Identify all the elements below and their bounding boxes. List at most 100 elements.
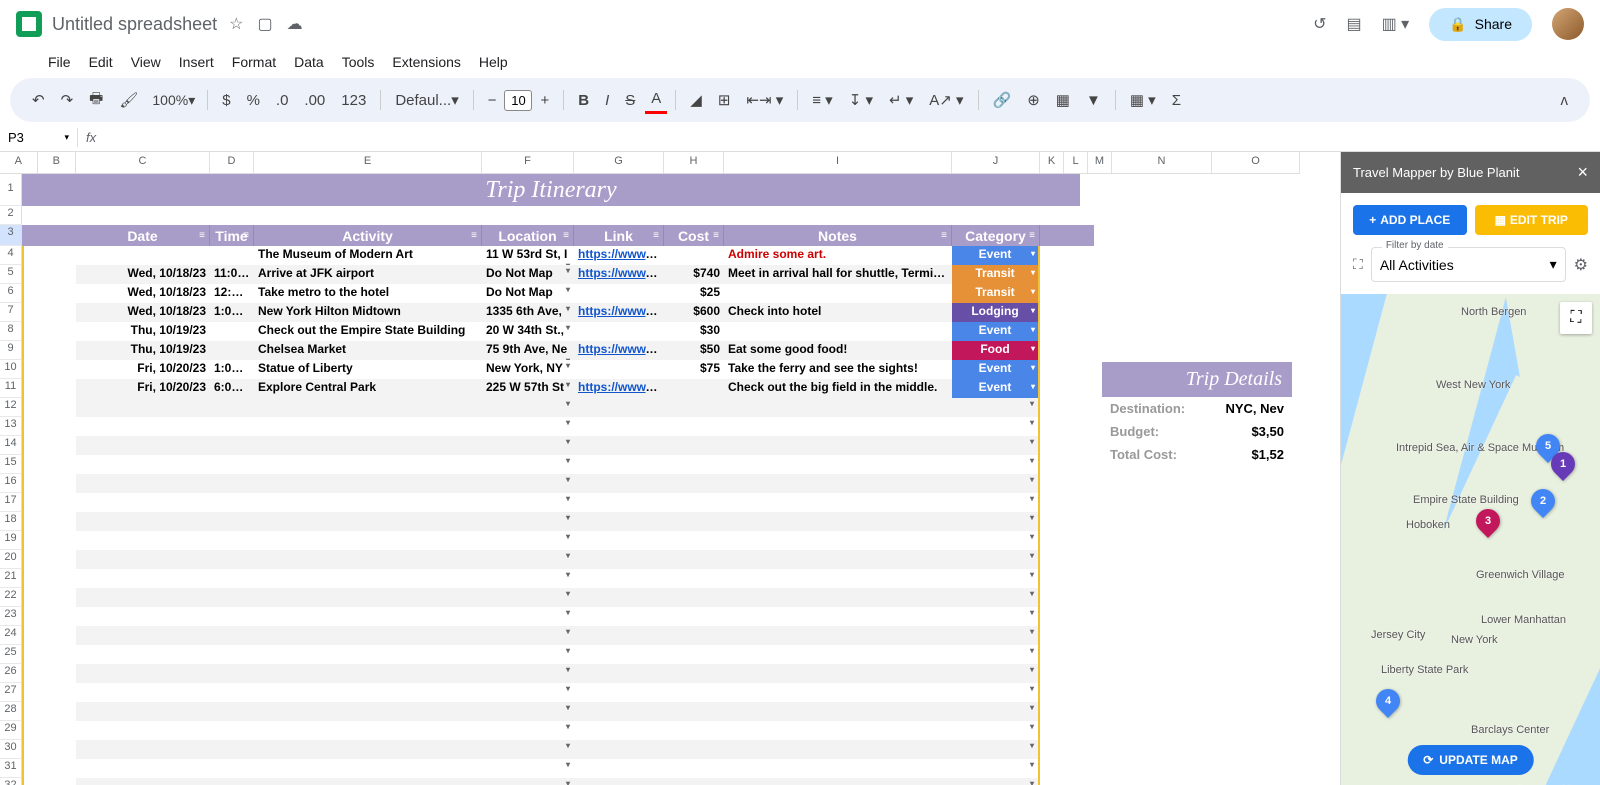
cell[interactable]: Do Not Map▾ bbox=[482, 265, 574, 284]
menu-view[interactable]: View bbox=[123, 50, 169, 74]
menu-format[interactable]: Format bbox=[224, 50, 284, 74]
paint-format-icon[interactable]: 🖌 bbox=[113, 87, 144, 113]
col-header-N[interactable]: N bbox=[1112, 152, 1212, 174]
cell[interactable] bbox=[210, 246, 254, 265]
cell[interactable]: Check out the Empire State Building bbox=[254, 322, 482, 341]
cell[interactable]: 1:00 PM bbox=[210, 360, 254, 379]
cell[interactable]: $50 bbox=[664, 341, 724, 360]
cell[interactable]: 1335 6th Ave,▾ bbox=[482, 303, 574, 322]
expand-icon[interactable]: ⛶ bbox=[1353, 256, 1363, 273]
category-dropdown-icon[interactable]: ▾ bbox=[1031, 363, 1035, 372]
dropdown-icon[interactable]: ▾ bbox=[1030, 722, 1034, 731]
row-header-17[interactable]: 17 bbox=[0, 493, 22, 512]
row-header-18[interactable]: 18 bbox=[0, 512, 22, 531]
cell[interactable]: $740 bbox=[664, 265, 724, 284]
borders-icon[interactable]: ⊞ bbox=[712, 87, 737, 113]
cell[interactable]: Wed, 10/18/23 bbox=[76, 284, 210, 303]
halign-icon[interactable]: ≡ ▾ bbox=[806, 87, 838, 113]
cell[interactable]: Check out the big field in the middle. bbox=[724, 379, 952, 398]
filter-dropdown-icon[interactable]: ≡ bbox=[199, 230, 205, 241]
row-header-14[interactable]: 14 bbox=[0, 436, 22, 455]
filter-dropdown-icon[interactable]: ≡ bbox=[1029, 230, 1035, 241]
filter-dropdown-icon[interactable]: ≡ bbox=[941, 230, 947, 241]
category-cell[interactable]: Event▾ bbox=[952, 322, 1040, 341]
cell[interactable]: Do Not Map▾ bbox=[482, 284, 574, 303]
cell[interactable] bbox=[210, 322, 254, 341]
cell[interactable] bbox=[574, 360, 664, 379]
row-header-19[interactable]: 19 bbox=[0, 531, 22, 550]
cell[interactable]: Wed, 10/18/23 bbox=[76, 265, 210, 284]
dropdown-icon[interactable]: ▾ bbox=[1030, 437, 1034, 446]
row-header-2[interactable]: 2 bbox=[0, 206, 22, 225]
history-icon[interactable]: ↺ bbox=[1313, 14, 1326, 34]
dropdown-icon[interactable]: ▾ bbox=[1030, 703, 1034, 712]
cell[interactable]: Take metro to the hotel bbox=[254, 284, 482, 303]
cell[interactable]: 11 W 53rd St, I▾ bbox=[482, 246, 574, 265]
merge-icon[interactable]: ⇤⇥ ▾ bbox=[740, 87, 789, 113]
dropdown-icon[interactable]: ▾ bbox=[1030, 475, 1034, 484]
category-dropdown-icon[interactable]: ▾ bbox=[1031, 306, 1035, 315]
row-header-25[interactable]: 25 bbox=[0, 645, 22, 664]
dropdown-icon[interactable]: ▾ bbox=[1030, 665, 1034, 674]
dropdown-icon[interactable]: ▾ bbox=[1030, 551, 1034, 560]
category-dropdown-icon[interactable]: ▾ bbox=[1031, 325, 1035, 334]
filter-dropdown-icon[interactable]: ≡ bbox=[471, 230, 477, 241]
map[interactable]: North BergenWest New YorkIntrepid Sea, A… bbox=[1341, 294, 1600, 785]
col-header-G[interactable]: G bbox=[574, 152, 664, 174]
category-cell[interactable]: Event▾ bbox=[952, 379, 1040, 398]
cell[interactable]: Check into hotel bbox=[724, 303, 952, 322]
wrap-icon[interactable]: ↵ ▾ bbox=[883, 87, 919, 113]
sheets-logo[interactable] bbox=[16, 11, 42, 37]
dropdown-icon[interactable]: ▾ bbox=[1030, 779, 1034, 785]
menu-tools[interactable]: Tools bbox=[334, 50, 383, 74]
doc-title[interactable]: Untitled spreadsheet bbox=[52, 14, 217, 35]
row-header-5[interactable]: 5 bbox=[0, 265, 22, 284]
decrease-decimal-icon[interactable]: .0 bbox=[270, 88, 295, 113]
col-header-I[interactable]: I bbox=[724, 152, 952, 174]
cell[interactable]: Fri, 10/20/23 bbox=[76, 379, 210, 398]
dropdown-icon[interactable]: ▾ bbox=[1030, 741, 1034, 750]
row-header-32[interactable]: 32 bbox=[0, 778, 22, 785]
dropdown-icon[interactable]: ▾ bbox=[1030, 399, 1034, 408]
redo-icon[interactable]: ↷ bbox=[55, 87, 80, 113]
col-header-H[interactable]: H bbox=[664, 152, 724, 174]
menu-data[interactable]: Data bbox=[286, 50, 332, 74]
comments-icon[interactable]: ▤ bbox=[1346, 14, 1361, 34]
cell[interactable]: Meet in arrival hall for shuttle, Termin… bbox=[724, 265, 952, 284]
cell[interactable]: $600 bbox=[664, 303, 724, 322]
cell[interactable] bbox=[574, 284, 664, 303]
cell[interactable]: https://www.centralpark.com/ bbox=[574, 379, 664, 398]
col-header-C[interactable]: C bbox=[76, 152, 210, 174]
category-cell[interactable]: Transit▾ bbox=[952, 284, 1040, 303]
row-header-3[interactable]: 3 bbox=[0, 225, 22, 246]
cell[interactable] bbox=[664, 246, 724, 265]
dropdown-icon[interactable]: ▾ bbox=[1030, 627, 1034, 636]
header-link[interactable]: Link≡ bbox=[574, 225, 664, 246]
cell[interactable]: Arrive at JFK airport bbox=[254, 265, 482, 284]
header-category[interactable]: Category≡ bbox=[952, 225, 1040, 246]
col-header-A[interactable]: A bbox=[0, 152, 38, 173]
cell[interactable]: https://www.chels bbox=[574, 341, 664, 360]
dropdown-icon[interactable]: ▾ bbox=[1030, 570, 1034, 579]
cell[interactable]: $30 bbox=[664, 322, 724, 341]
update-map-button[interactable]: ⟳ UPDATE MAP bbox=[1407, 745, 1534, 775]
meet-icon[interactable]: ▥ ▾ bbox=[1382, 14, 1410, 34]
row-header-15[interactable]: 15 bbox=[0, 455, 22, 474]
col-header-D[interactable]: D bbox=[210, 152, 254, 174]
row-header-20[interactable]: 20 bbox=[0, 550, 22, 569]
cell[interactable] bbox=[76, 246, 210, 265]
fullscreen-icon[interactable]: ⛶ bbox=[1560, 302, 1592, 334]
settings-icon[interactable]: ⚙ bbox=[1574, 255, 1588, 275]
cell[interactable]: Chelsea Market bbox=[254, 341, 482, 360]
header-location[interactable]: Location≡ bbox=[482, 225, 574, 246]
filter-dropdown-icon[interactable]: ≡ bbox=[713, 230, 719, 241]
row-header-10[interactable]: 10 bbox=[0, 360, 22, 379]
zoom-select[interactable]: 100% ▾ bbox=[148, 92, 199, 109]
cell[interactable]: New York, NY▾ bbox=[482, 360, 574, 379]
row-header-31[interactable]: 31 bbox=[0, 759, 22, 778]
row-header-11[interactable]: 11 bbox=[0, 379, 22, 398]
cell[interactable]: The Museum of Modern Art bbox=[254, 246, 482, 265]
col-header-F[interactable]: F bbox=[482, 152, 574, 174]
cell[interactable]: Take the ferry and see the sights! bbox=[724, 360, 952, 379]
row-header-6[interactable]: 6 bbox=[0, 284, 22, 303]
